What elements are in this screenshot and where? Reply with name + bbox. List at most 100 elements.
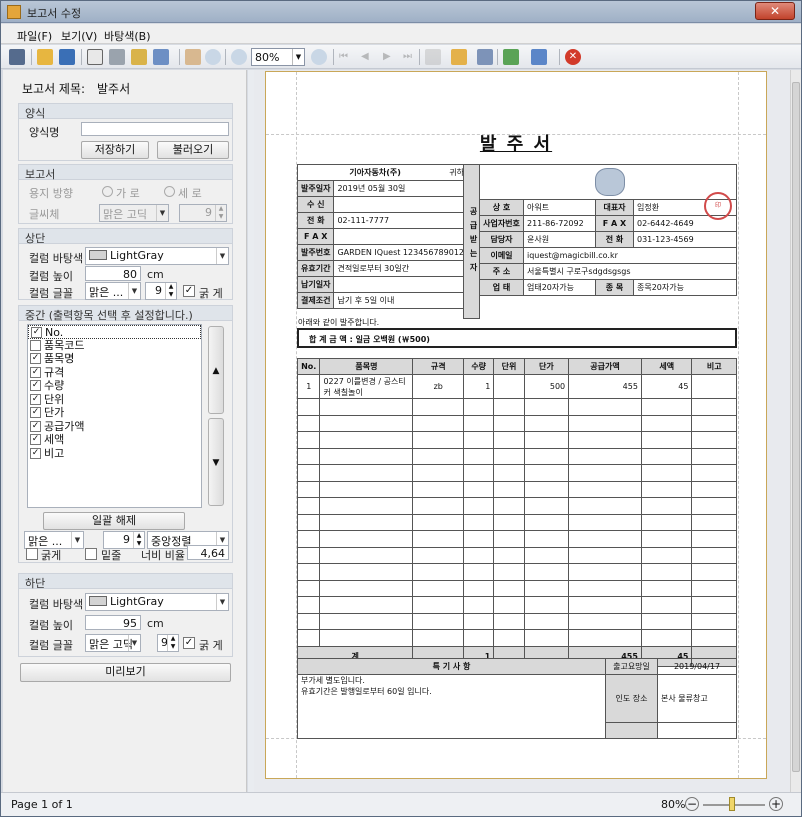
zoom-out-button[interactable]: −: [685, 797, 699, 811]
zoom-in-button[interactable]: +: [769, 797, 783, 811]
report-page: 발 주 서 기아자동차(주) 귀하 발주일자 2019년 05월 30일 수 신전 화…: [265, 71, 767, 779]
top-bg-color-select[interactable]: LightGray ▼: [85, 247, 229, 265]
paint-bucket-icon[interactable]: [451, 49, 467, 65]
last-page-icon[interactable]: ⏭: [403, 49, 419, 65]
report-title-value: 발주서: [97, 82, 131, 96]
top-font-size[interactable]: 9 ▲ ▼: [145, 282, 177, 300]
column-checkbox[interactable]: ✓: [30, 447, 41, 459]
recipient-table: 기아자동차(주) 귀하 발주일자 2019년 05월 30일 수 신전 화 02-111…: [296, 164, 468, 309]
watermark-icon[interactable]: [477, 49, 493, 65]
zoom-out-icon[interactable]: [231, 49, 247, 65]
column-list-item[interactable]: ✓ 비고: [28, 447, 201, 461]
column-checkbox[interactable]: ✓: [30, 366, 41, 378]
order-note: 아래와 같이 발주합니다.: [298, 318, 380, 327]
width-ratio-input[interactable]: 4,64: [187, 545, 229, 560]
magnifier-icon[interactable]: [205, 49, 221, 65]
column-list-item[interactable]: ✓ No.: [28, 325, 201, 339]
report-group: 보고서 용지 방향 가 로 세 로 글씨체 맑은 고딕 ▼ 9 ▲ ▼: [18, 164, 233, 224]
toolbar: 80% ▼ ⏮ ◀ ▶ ⏭ ✕: [1, 45, 801, 69]
bottom-group: 하단 컬럼 바탕색 LightGray ▼ 컬럼 높이 95 cm 컬럼 글꼴 맑…: [18, 573, 233, 657]
column-checkbox[interactable]: ✓: [30, 353, 41, 364]
column-label: 품목코드: [44, 338, 85, 352]
table-row: [296, 398, 737, 416]
zoom-select[interactable]: 80% ▼: [251, 48, 305, 66]
table-row: [296, 513, 737, 531]
menu-view[interactable]: 보기(V): [61, 28, 97, 44]
column-list-item[interactable]: ✓ 품목명: [28, 352, 201, 366]
top-height-input[interactable]: 80: [85, 266, 141, 281]
multipage-icon[interactable]: [425, 49, 441, 65]
save-icon[interactable]: [59, 49, 75, 65]
landscape-radio[interactable]: [164, 186, 175, 197]
table-row: [296, 497, 737, 515]
vertical-scrollbar[interactable]: [790, 70, 801, 792]
hand-tool-icon[interactable]: [185, 49, 201, 65]
portrait-radio[interactable]: [102, 186, 113, 197]
binoculars-icon[interactable]: [9, 49, 25, 65]
top-bold-checkbox[interactable]: ✓: [183, 285, 195, 297]
column-list-item[interactable]: 품목코드: [28, 339, 201, 353]
zoom-slider-thumb[interactable]: [729, 797, 735, 811]
column-list-item[interactable]: ✓ 규격: [28, 366, 201, 380]
column-checkbox[interactable]: ✓: [30, 393, 41, 405]
preview-button[interactable]: 미리보기: [20, 663, 231, 682]
table-row: [296, 414, 737, 432]
bottom-font-select[interactable]: 맑은 고딕 ▼: [85, 634, 141, 652]
unselect-all-button[interactable]: 일괄 해제: [43, 512, 185, 530]
app-icon: [7, 5, 21, 19]
column-checkbox[interactable]: ✓: [30, 407, 41, 418]
save-form-button[interactable]: 저장하기: [81, 141, 149, 159]
email-icon[interactable]: [531, 49, 547, 65]
bottom-height-input[interactable]: 95: [85, 615, 141, 630]
scroll-up-button[interactable]: ▲: [208, 326, 224, 414]
top-font-select[interactable]: 맑은 ... ▼: [85, 282, 141, 300]
footer-table: 특 기 사 항 출고요망일 2019/04/17 부가세 별도입니다. 유효기간은 발…: [297, 658, 737, 739]
scroll-down-button[interactable]: ▼: [208, 418, 224, 506]
export-file-icon[interactable]: [503, 49, 519, 65]
menu-background[interactable]: 바탕색(B): [104, 28, 151, 44]
close-preview-icon[interactable]: ✕: [565, 49, 581, 65]
status-zoom: 80%: [661, 798, 686, 811]
bottom-bg-color-select[interactable]: LightGray ▼: [85, 593, 229, 611]
column-checkbox[interactable]: ✓: [30, 434, 41, 445]
supplier-table: 상 호 아워트 대표자 임정환 印 사업자번호 211-86-72092 F A X 02-6…: [479, 192, 737, 296]
quick-print-icon[interactable]: [131, 49, 147, 65]
bottom-font-size[interactable]: 9 ▲ ▼: [157, 634, 179, 652]
logo-image: [479, 164, 737, 200]
export-icon[interactable]: [153, 49, 169, 65]
menu-file[interactable]: 파일(F): [17, 28, 52, 44]
column-list-item[interactable]: ✓ 수량: [28, 379, 201, 393]
open-folder-icon[interactable]: [37, 49, 53, 65]
middle-bold-checkbox[interactable]: [26, 548, 38, 560]
column-listbox[interactable]: ✓ No. 품목코드 ✓ 품목명 ✓ 규격 ✓ 수량 ✓ 단위 ✓ 단가 ✓ 공급가액 ✓ 세액 ✓ 비고: [27, 324, 202, 508]
table-row: [296, 579, 737, 597]
column-checkbox[interactable]: ✓: [30, 420, 41, 432]
page-setup-icon[interactable]: [87, 49, 103, 65]
form-name-input[interactable]: [81, 122, 229, 136]
column-list-item[interactable]: ✓ 공급가액: [28, 420, 201, 434]
report-font-select[interactable]: 맑은 고딕 ▼: [99, 204, 169, 222]
column-list-item[interactable]: ✓ 단가: [28, 406, 201, 420]
report-font-size[interactable]: 9 ▲ ▼: [179, 204, 227, 222]
column-list-item[interactable]: ✓ 세액: [28, 433, 201, 447]
zoom-in-icon[interactable]: [311, 49, 327, 65]
document-title: 발 주 서: [479, 134, 553, 155]
table-row: [296, 431, 737, 449]
print-icon[interactable]: [109, 49, 125, 65]
load-form-button[interactable]: 불러오기: [157, 141, 229, 159]
column-checkbox[interactable]: ✓: [30, 380, 41, 391]
column-checkbox[interactable]: [30, 339, 41, 351]
supplier-vertical-label: 공급받는자: [463, 164, 480, 319]
menu-bar: 파일(F) 보기(V) 바탕색(B): [1, 24, 801, 44]
next-page-icon[interactable]: ▶: [383, 49, 399, 65]
close-button[interactable]: ✕: [755, 2, 795, 20]
bottom-bold-checkbox[interactable]: ✓: [183, 637, 195, 649]
column-label: 단가: [44, 406, 65, 419]
prev-page-icon[interactable]: ◀: [361, 49, 377, 65]
column-checkbox[interactable]: ✓: [31, 327, 42, 338]
middle-underline-checkbox[interactable]: [85, 548, 97, 560]
report-title-label: 보고서 제목:: [22, 82, 86, 96]
status-bar: Page 1 of 1 80% − +: [1, 792, 801, 816]
column-list-item[interactable]: ✓ 단위: [28, 393, 201, 407]
settings-panel: 보고서 제목: 발주서 양식 양식명 저장하기 불러오기 보고서 용지 방향 가…: [3, 70, 247, 792]
